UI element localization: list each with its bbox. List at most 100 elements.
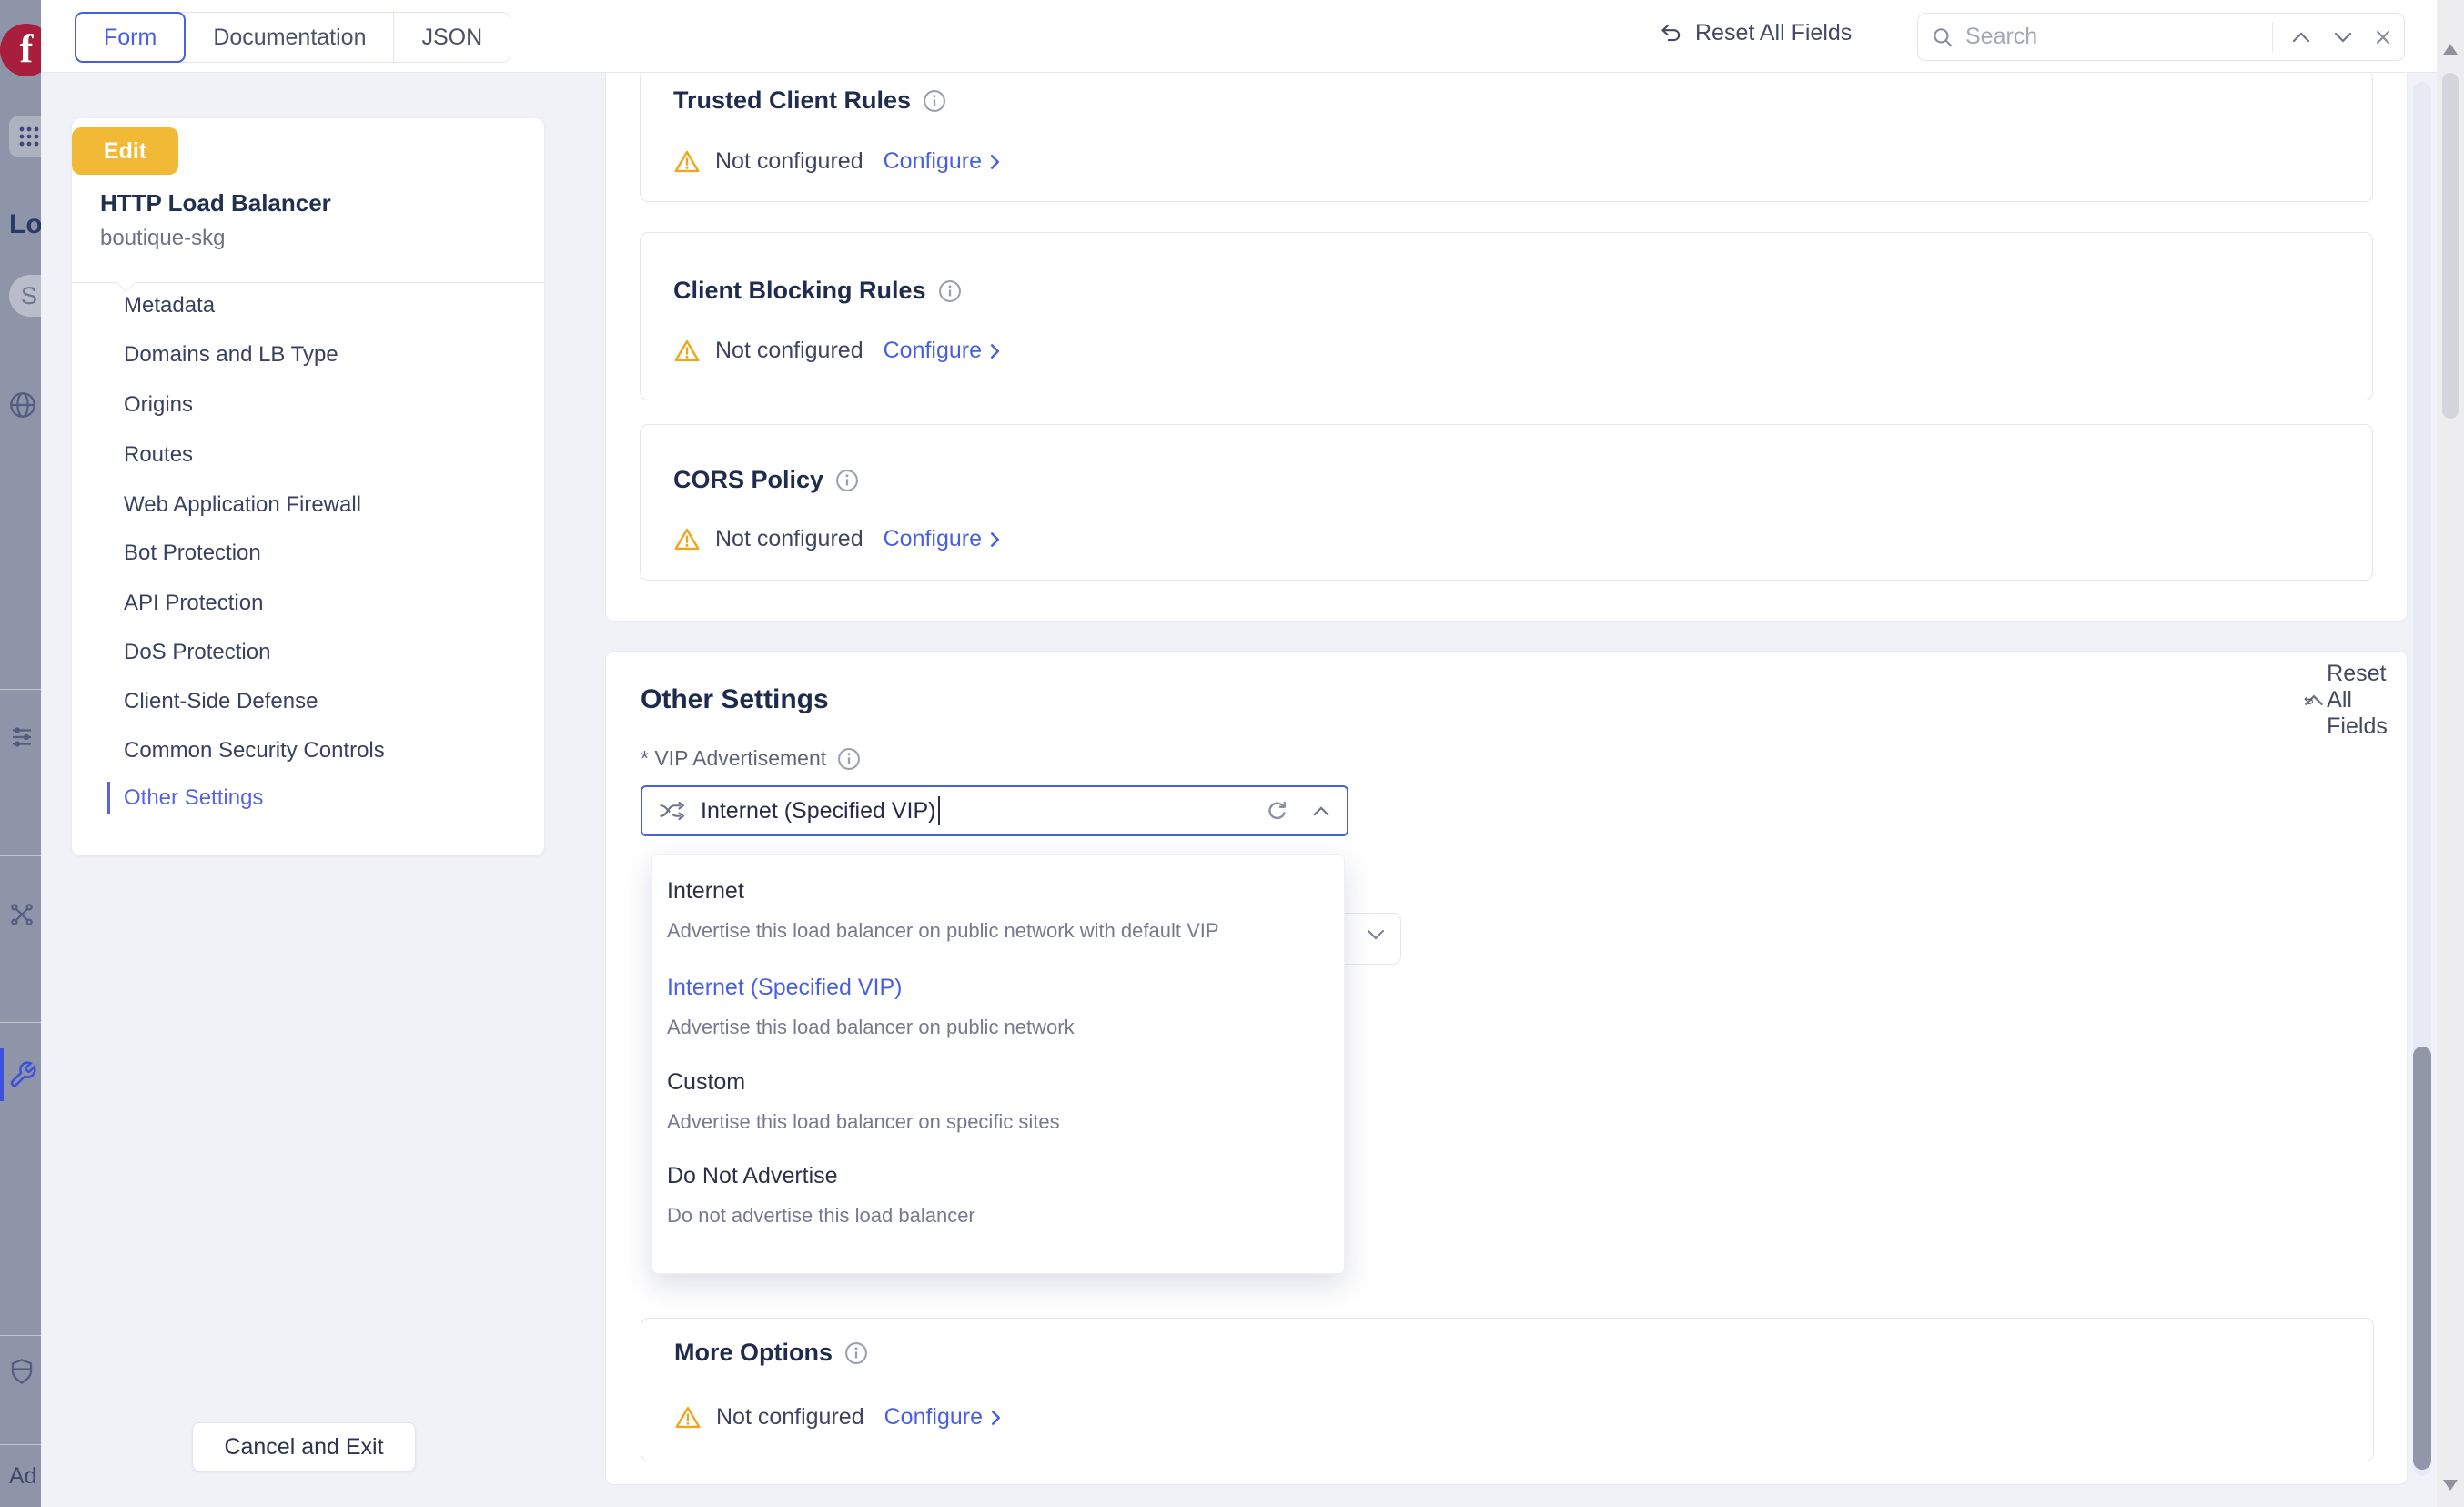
client-blocking-rules-card: Client Blocking Rules Not configured Con… — [640, 232, 2373, 400]
scroll-down-icon[interactable] — [2443, 1480, 2458, 1491]
rail-divider — [0, 1022, 41, 1023]
rail-admin-label-clipped: Ad — [9, 1463, 37, 1490]
status-text: Not configured — [716, 1404, 864, 1431]
search-prev-icon[interactable] — [2291, 31, 2311, 44]
warning-icon — [673, 149, 701, 174]
manage-wrench-icon[interactable] — [8, 1060, 35, 1087]
rail-divider — [0, 689, 41, 690]
chevron-right-icon — [990, 154, 1000, 170]
rail-page-title-clipped: Lo — [9, 209, 41, 240]
dropdown-option-do-not-advertise[interactable]: Do Not Advertise Do not advertise this l… — [667, 1161, 1329, 1229]
overlay-scrollbar-thumb[interactable] — [2413, 1047, 2431, 1470]
chevron-down-icon — [1366, 928, 1386, 941]
sidebar-item-waf[interactable]: Web Application Firewall — [72, 480, 544, 530]
sidebar-item-origins[interactable]: Origins — [72, 380, 544, 430]
card-title: CORS Policy — [673, 466, 823, 494]
overlay-scrollbar[interactable] — [2413, 82, 2431, 1476]
undo-icon — [2303, 689, 2314, 713]
text-cursor — [938, 796, 940, 825]
scroll-up-icon[interactable] — [2443, 44, 2458, 55]
info-icon[interactable] — [837, 747, 861, 771]
rail-search-field-clipped[interactable]: S — [9, 275, 41, 317]
chevron-up-icon[interactable] — [1312, 805, 1330, 817]
globe-icon[interactable] — [7, 389, 38, 420]
sidebar-item-bot-protection[interactable]: Bot Protection — [72, 529, 544, 578]
sidebar-item-common-security-controls[interactable]: Common Security Controls — [72, 726, 544, 775]
form-nav-sidebar: Edit HTTP Load Balancer boutique-skg Met… — [72, 118, 544, 855]
warning-icon — [673, 339, 701, 363]
grid-icon — [17, 125, 41, 148]
section-reset-label: Reset All Fields — [2327, 661, 2400, 740]
top-bar: Form Documentation JSON Reset All Fields — [41, 0, 2437, 73]
sidebar-item-other-settings[interactable]: Other Settings — [72, 774, 544, 823]
object-name: boutique-skg — [100, 226, 225, 251]
sidebar-item-dos-protection[interactable]: DoS Protection — [72, 628, 544, 677]
dropdown-option-internet-specified-vip[interactable]: Internet (Specified VIP) Advertise this … — [667, 973, 1329, 1041]
dropdown-option-custom[interactable]: Custom Advertise this load balancer on s… — [667, 1067, 1329, 1136]
rail-divider — [0, 1444, 41, 1445]
view-mode-tabs: Form Documentation JSON — [75, 12, 510, 63]
search-next-icon[interactable] — [2333, 31, 2353, 44]
card-title: Trusted Client Rules — [673, 86, 911, 115]
configure-link[interactable]: Configure — [884, 338, 1000, 364]
sidebar-item-client-side-defense[interactable]: Client-Side Defense — [72, 677, 544, 726]
sidebar-item-domains-lb-type[interactable]: Domains and LB Type — [72, 330, 544, 379]
warning-icon — [674, 1405, 702, 1430]
refresh-icon[interactable] — [1266, 800, 1288, 823]
f5-logo: f — [0, 24, 41, 76]
configure-link[interactable]: Configure — [884, 1404, 1001, 1431]
vip-advertisement-label: * VIP Advertisement — [641, 746, 826, 771]
configure-link[interactable]: Configure — [884, 526, 1000, 552]
status-text: Not configured — [715, 526, 863, 552]
load-balancer-icon[interactable] — [8, 723, 35, 751]
vip-advertisement-combobox[interactable]: Internet (Specified VIP) — [641, 785, 1348, 836]
chevron-right-icon — [991, 1410, 1001, 1426]
info-icon[interactable] — [835, 469, 859, 492]
chevron-right-icon — [990, 343, 1000, 359]
dropdown-option-internet[interactable]: Internet Advertise this load balancer on… — [667, 876, 1329, 945]
sidebar-item-metadata[interactable]: Metadata — [72, 281, 544, 330]
search-close-icon[interactable] — [2375, 29, 2391, 46]
vip-advertisement-value: Internet (Specified VIP) — [701, 798, 935, 824]
window-scrollbar[interactable] — [2437, 0, 2464, 1507]
section-reset-all-fields-button[interactable]: Reset All Fields — [2303, 661, 2400, 740]
search-input[interactable] — [1965, 24, 2272, 50]
card-title: Client Blocking Rules — [673, 277, 926, 305]
info-icon[interactable] — [844, 1341, 868, 1365]
reset-all-fields-button[interactable]: Reset All Fields — [1659, 20, 1852, 46]
rail-divider — [0, 855, 41, 856]
trusted-client-rules-card: Trusted Client Rules Not configured Conf… — [640, 69, 2373, 202]
window-scrollbar-thumb[interactable] — [2442, 73, 2459, 419]
chevron-right-icon — [990, 531, 1000, 548]
cancel-and-exit-button[interactable]: Cancel and Exit — [192, 1422, 416, 1472]
search-box — [1917, 13, 2405, 61]
info-icon[interactable] — [923, 89, 946, 113]
object-type-title: HTTP Load Balancer — [100, 189, 331, 217]
search-icon — [1931, 25, 1954, 49]
more-options-card: More Options Not configured Configure — [641, 1318, 2374, 1461]
info-icon[interactable] — [938, 279, 962, 303]
rail-active-indicator — [0, 1048, 4, 1101]
tab-json[interactable]: JSON — [393, 13, 510, 62]
left-nav-rail: f Lo S — [0, 0, 41, 1507]
distributed-apps-icon[interactable] — [8, 901, 35, 928]
edit-mode-badge: Edit — [72, 127, 178, 175]
tab-form[interactable]: Form — [75, 12, 186, 63]
section-title: Other Settings — [641, 684, 829, 715]
shield-icon[interactable] — [8, 1358, 35, 1385]
shuffle-icon — [659, 800, 686, 822]
status-text: Not configured — [715, 338, 863, 364]
vip-advertisement-dropdown-menu: Internet Advertise this load balancer on… — [651, 854, 1345, 1274]
warning-icon — [673, 527, 701, 551]
sidebar-item-api-protection[interactable]: API Protection — [72, 579, 544, 628]
app-screen: f Lo S — [0, 0, 2464, 1507]
app-grid-button[interactable] — [9, 116, 41, 157]
configure-link[interactable]: Configure — [884, 148, 1000, 175]
sidebar-item-routes[interactable]: Routes — [72, 430, 544, 480]
rail-divider — [0, 1335, 41, 1336]
reset-all-fields-label: Reset All Fields — [1695, 20, 1852, 46]
cors-policy-card: CORS Policy Not configured Configure — [640, 424, 2373, 581]
undo-icon — [1659, 22, 1682, 46]
tab-documentation[interactable]: Documentation — [186, 13, 393, 62]
card-title: More Options — [674, 1339, 833, 1367]
